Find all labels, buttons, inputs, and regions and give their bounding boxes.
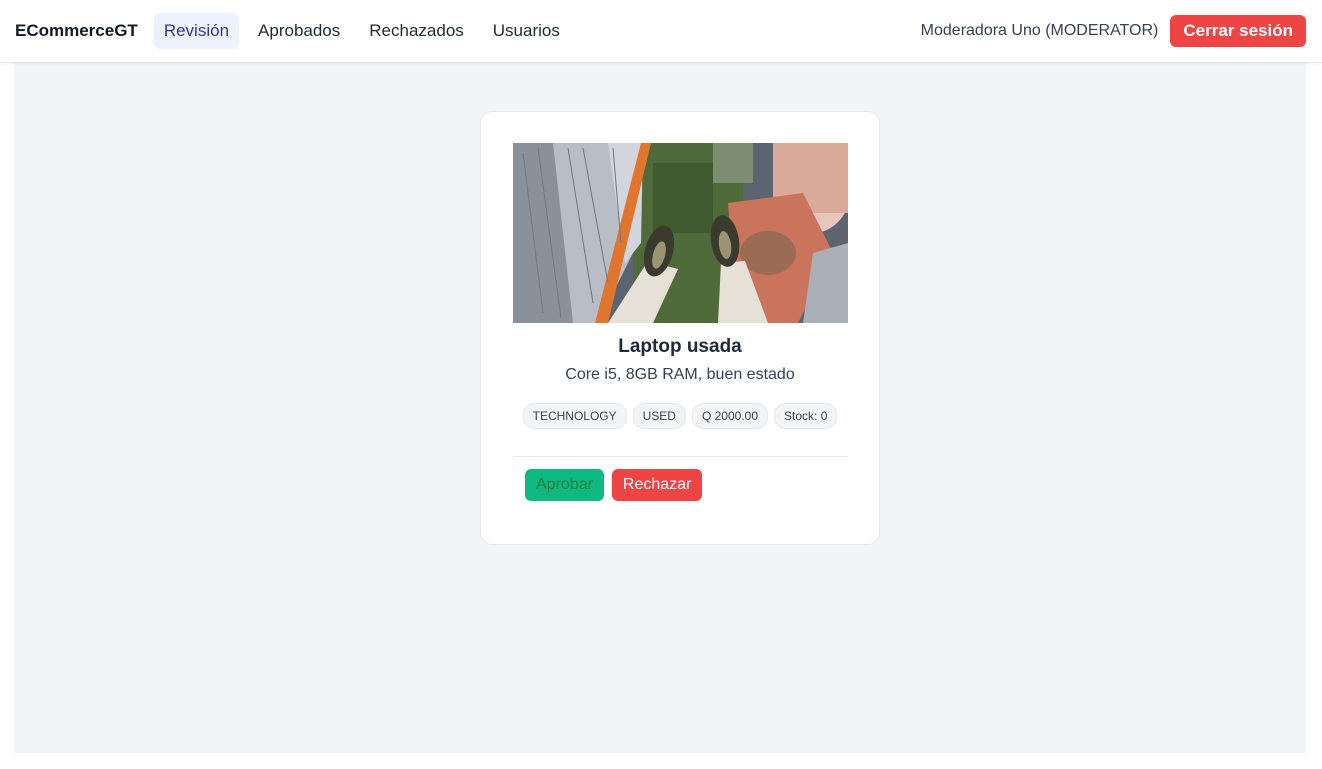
top-navbar: ECommerceGT Revisión Aprobados Rechazado… [0,0,1322,63]
product-title: Laptop usada [618,336,742,357]
logout-button[interactable]: Cerrar sesión [1170,15,1306,47]
approve-button[interactable]: Aprobar [525,469,604,501]
review-main-area: Laptop usada Core i5, 8GB RAM, buen esta… [14,63,1306,753]
nav-aprobados[interactable]: Aprobados [248,13,350,49]
brand-logo[interactable]: ECommerceGT [15,21,138,41]
current-user-label: Moderadora Uno (MODERATOR) [920,22,1159,39]
bottom-strip [0,753,1322,769]
card-divider [513,456,848,457]
nav-revision[interactable]: Revisión [153,13,240,49]
stock-badge: Stock: 0 [774,403,838,429]
card-actions: Aprobar Rechazar [525,469,703,501]
main-nav: Revisión Aprobados Rechazados Usuarios [153,13,579,49]
nav-rechazados[interactable]: Rechazados [359,13,474,49]
reject-button[interactable]: Rechazar [611,469,703,501]
condition-badge: USED [632,403,686,429]
price-badge: Q 2000.00 [691,403,769,429]
product-description: Core i5, 8GB RAM, buen estado [565,366,795,383]
category-badge: TECHNOLOGY [522,403,627,429]
product-tags: TECHNOLOGY USED Q 2000.00 Stock: 0 [481,403,879,429]
product-card: Laptop usada Core i5, 8GB RAM, buen esta… [480,111,880,545]
product-image [513,143,848,323]
nav-usuarios[interactable]: Usuarios [483,13,570,49]
